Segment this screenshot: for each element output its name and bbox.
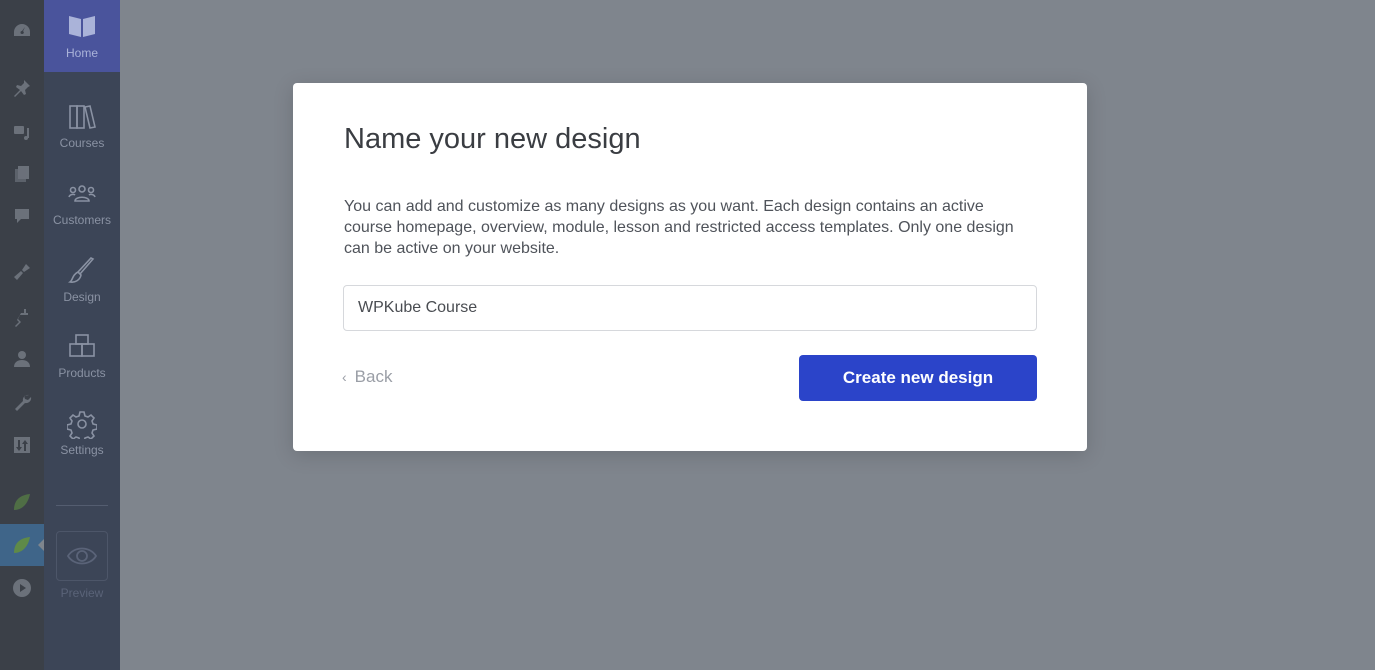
- chevron-left-icon: ‹: [342, 369, 347, 385]
- back-label: Back: [354, 367, 393, 386]
- modal-title: Name your new design: [344, 123, 641, 155]
- leaf-active-icon[interactable]: [0, 524, 44, 566]
- leaf-icon[interactable]: [0, 481, 44, 523]
- eye-icon: [66, 547, 98, 565]
- dashboard-icon[interactable]: [0, 10, 44, 52]
- appearance-icon[interactable]: [0, 251, 44, 293]
- books-icon: [69, 105, 96, 129]
- sidebar-item-courses[interactable]: Courses: [44, 90, 120, 162]
- settings-sliders-icon[interactable]: [0, 424, 44, 466]
- tools-icon[interactable]: [0, 381, 44, 423]
- preview-label: Preview: [60, 586, 104, 600]
- sidebar-item-label: Home: [65, 46, 98, 60]
- design-name-input[interactable]: [343, 285, 1037, 331]
- sidebar-item-customers[interactable]: Customers: [44, 167, 120, 239]
- boxes-icon: [69, 334, 95, 357]
- sidebar-item-label: Settings: [60, 443, 104, 457]
- people-icon: [68, 185, 96, 202]
- sidebar-item-label: Courses: [59, 136, 105, 150]
- pages-icon[interactable]: [0, 153, 44, 195]
- back-button[interactable]: ‹ Back: [342, 367, 392, 387]
- wp-admin-bar: [0, 0, 44, 670]
- preview-button[interactable]: [56, 531, 108, 581]
- sidebar-item-label: Products: [58, 366, 106, 380]
- play-icon[interactable]: [0, 567, 44, 609]
- sidebar-item-label: Design: [63, 290, 101, 304]
- sidebar-item-products[interactable]: Products: [44, 320, 120, 392]
- sidebar-item-label: Customers: [52, 213, 111, 227]
- sidebar-item-settings[interactable]: Settings: [44, 397, 120, 469]
- create-design-button[interactable]: Create new design: [799, 355, 1037, 401]
- modal-description: You can add and customize as many design…: [344, 198, 1014, 257]
- gear-icon: [67, 411, 97, 439]
- book-leaf-icon: [69, 16, 95, 37]
- name-design-modal: Name your new design You can add and cus…: [293, 83, 1087, 451]
- sidebar-item-design[interactable]: Design: [44, 244, 120, 316]
- sidebar-item-home[interactable]: Home: [44, 0, 120, 72]
- plugins-icon[interactable]: [0, 296, 44, 338]
- comments-icon[interactable]: [0, 195, 44, 237]
- pin-icon[interactable]: [0, 67, 44, 109]
- users-icon[interactable]: [0, 338, 44, 380]
- plugin-sidebar: Home Courses Customers Design Products S…: [44, 0, 120, 670]
- brush-icon: [67, 257, 95, 283]
- media-icon[interactable]: [0, 111, 44, 153]
- sidebar-divider: [56, 505, 108, 506]
